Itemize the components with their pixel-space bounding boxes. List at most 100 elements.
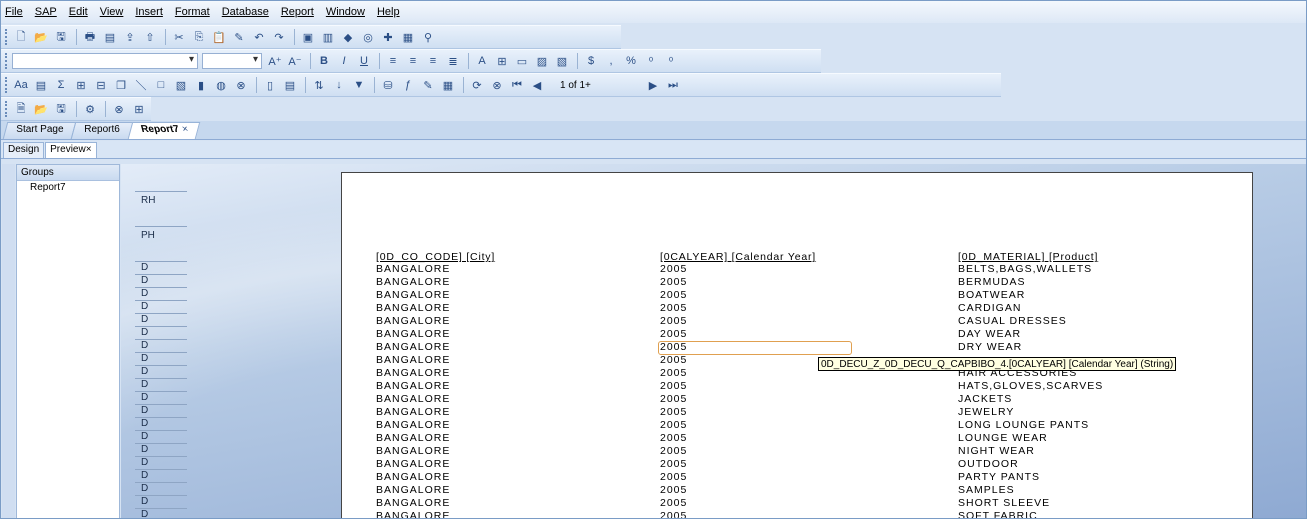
- field-explorer-icon[interactable]: ◆: [339, 28, 357, 46]
- paste-icon[interactable]: 📋: [210, 28, 228, 46]
- insert-group-icon[interactable]: ▤: [32, 76, 50, 94]
- city-cell[interactable]: BANGALORE: [376, 276, 450, 289]
- prev-page-icon[interactable]: ◀: [528, 76, 546, 94]
- repository-icon[interactable]: ▦: [399, 28, 417, 46]
- city-cell[interactable]: BANGALORE: [376, 302, 450, 315]
- insert-summary-icon[interactable]: Σ: [52, 76, 70, 94]
- year-cell[interactable]: 2005: [660, 471, 687, 484]
- align-center-icon[interactable]: ≡: [404, 52, 422, 70]
- decrease-decimal-icon[interactable]: ⁰: [662, 52, 680, 70]
- city-cell[interactable]: BANGALORE: [376, 393, 450, 406]
- sort-az-icon[interactable]: ↓: [330, 76, 348, 94]
- group-expert-icon[interactable]: ▤: [281, 76, 299, 94]
- tab-report6[interactable]: Report6: [70, 122, 134, 139]
- city-cell[interactable]: BANGALORE: [376, 328, 450, 341]
- city-cell[interactable]: BANGALORE: [376, 484, 450, 497]
- percent-icon[interactable]: %: [622, 52, 640, 70]
- align-right-icon[interactable]: ≡: [424, 52, 442, 70]
- product-cell[interactable]: BELTS,BAGS,WALLETS: [958, 263, 1092, 276]
- city-cell[interactable]: BANGALORE: [376, 510, 450, 518]
- product-cell[interactable]: NIGHT WEAR: [958, 445, 1035, 458]
- sort-expert-icon[interactable]: ⇅: [310, 76, 328, 94]
- year-cell[interactable]: 2005: [660, 328, 687, 341]
- year-cell[interactable]: 2005: [660, 497, 687, 510]
- font-size-select[interactable]: [202, 53, 262, 69]
- product-cell[interactable]: CARDIGAN: [958, 302, 1021, 315]
- city-cell[interactable]: BANGALORE: [376, 263, 450, 276]
- year-cell[interactable]: 2005: [660, 354, 687, 367]
- currency-icon[interactable]: $: [582, 52, 600, 70]
- insert-flash-icon[interactable]: ⊗: [232, 76, 250, 94]
- stop-icon[interactable]: ⊗: [488, 76, 506, 94]
- product-cell[interactable]: DAY WEAR: [958, 328, 1021, 341]
- underline-icon[interactable]: U: [355, 52, 373, 70]
- year-cell[interactable]: 2005: [660, 419, 687, 432]
- open-icon[interactable]: 📂: [32, 28, 50, 46]
- undo-icon[interactable]: ↶: [250, 28, 268, 46]
- menu-view[interactable]: View: [100, 6, 124, 18]
- year-cell[interactable]: 2005: [660, 263, 687, 276]
- database-expert-icon[interactable]: ⛁: [379, 76, 397, 94]
- year-cell[interactable]: 2005: [660, 289, 687, 302]
- formula-workshop-icon[interactable]: ƒ: [399, 76, 417, 94]
- sap-tools-icon[interactable]: ⚙: [81, 100, 99, 118]
- highlighting-icon[interactable]: ✎: [419, 76, 437, 94]
- last-page-icon[interactable]: ⏭: [664, 76, 682, 94]
- menu-help[interactable]: Help: [377, 6, 400, 18]
- menu-edit[interactable]: Edit: [69, 6, 88, 18]
- city-cell[interactable]: BANGALORE: [376, 432, 450, 445]
- sap-new-icon[interactable]: 🗎: [12, 100, 30, 118]
- italic-icon[interactable]: I: [335, 52, 353, 70]
- sap-open-icon[interactable]: 📂: [32, 100, 50, 118]
- year-cell[interactable]: 2005: [660, 406, 687, 419]
- year-cell[interactable]: 2005: [660, 380, 687, 393]
- tab-preview[interactable]: Preview×: [45, 142, 97, 158]
- sap-save-icon[interactable]: 🖫: [52, 100, 70, 118]
- insert-subreport-icon[interactable]: ❐: [112, 76, 130, 94]
- product-cell[interactable]: BOATWEAR: [958, 289, 1025, 302]
- insert-crosstab-icon[interactable]: ⊞: [72, 76, 90, 94]
- font-shrink-icon[interactable]: A⁻: [286, 52, 304, 70]
- print-icon[interactable]: 🖶: [81, 28, 99, 46]
- year-cell[interactable]: 2005: [660, 393, 687, 406]
- product-cell[interactable]: CASUAL DRESSES: [958, 315, 1067, 328]
- year-cell[interactable]: 2005: [660, 484, 687, 497]
- city-cell[interactable]: BANGALORE: [376, 406, 450, 419]
- product-cell[interactable]: DRY WEAR: [958, 341, 1022, 354]
- selected-field-outline[interactable]: [658, 341, 852, 355]
- section-expert-icon[interactable]: ▯: [261, 76, 279, 94]
- font-color-icon[interactable]: A: [473, 52, 491, 70]
- menu-insert[interactable]: Insert: [135, 6, 163, 18]
- filter-icon[interactable]: ▼: [350, 76, 368, 94]
- lock-format-icon[interactable]: ▨: [533, 52, 551, 70]
- menu-file[interactable]: File: [5, 6, 23, 18]
- new-icon[interactable]: 🗋: [12, 28, 30, 46]
- tab-report7[interactable]: Report7 ×: [127, 122, 201, 139]
- year-cell[interactable]: 2005: [660, 458, 687, 471]
- product-cell[interactable]: SHORT SLEEVE: [958, 497, 1050, 510]
- formula-icon[interactable]: ✚: [379, 28, 397, 46]
- design-view-icon[interactable]: ▣: [299, 28, 317, 46]
- insert-olap-icon[interactable]: ⊟: [92, 76, 110, 94]
- city-cell[interactable]: BANGALORE: [376, 341, 450, 354]
- group-tree-item[interactable]: Report7: [17, 181, 119, 193]
- find-icon[interactable]: ⚲: [419, 28, 437, 46]
- year-cell[interactable]: 2005: [660, 315, 687, 328]
- sap-grid-icon[interactable]: ⊞: [130, 100, 148, 118]
- bold-icon[interactable]: B: [315, 52, 333, 70]
- preview-area[interactable]: RH PH DDDDDDDDDDDDDDDDDDDD [0D_CO_CODE] …: [121, 164, 1306, 518]
- product-cell[interactable]: LOUNGE WEAR: [958, 432, 1048, 445]
- close-tab-icon[interactable]: ×: [180, 124, 189, 135]
- year-cell[interactable]: 2005: [660, 276, 687, 289]
- city-cell[interactable]: BANGALORE: [376, 419, 450, 432]
- year-cell[interactable]: 2005: [660, 432, 687, 445]
- product-cell[interactable]: JEWELRY: [958, 406, 1014, 419]
- sap-disabled-icon[interactable]: ⊗: [110, 100, 128, 118]
- report-explorer-icon[interactable]: ◎: [359, 28, 377, 46]
- year-cell[interactable]: 2005: [660, 445, 687, 458]
- product-cell[interactable]: LONG LOUNGE PANTS: [958, 419, 1089, 432]
- column-header-year[interactable]: [0CALYEAR] [Calendar Year]: [660, 251, 816, 263]
- menu-window[interactable]: Window: [326, 6, 365, 18]
- align-left-icon[interactable]: ≡: [384, 52, 402, 70]
- menu-format[interactable]: Format: [175, 6, 210, 18]
